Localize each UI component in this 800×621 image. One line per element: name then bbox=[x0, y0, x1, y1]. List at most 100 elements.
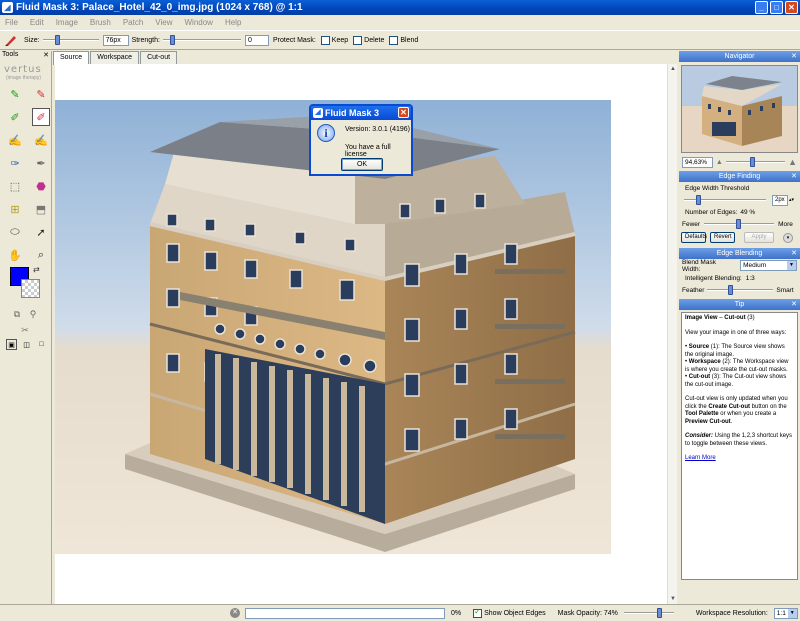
mask-opacity-slider-thumb[interactable] bbox=[657, 608, 663, 618]
strength-input[interactable]: 0 bbox=[244, 34, 269, 46]
expand-icon[interactable]: ▾ bbox=[783, 232, 793, 243]
keep-label: Keep bbox=[331, 36, 349, 44]
create-cutout-button-icon[interactable]: ✂ bbox=[16, 321, 34, 339]
pointer-icon[interactable]: ➚ bbox=[32, 223, 50, 241]
threshold-slider[interactable] bbox=[684, 195, 766, 205]
workspace-res-select[interactable]: 1:1 ▼ bbox=[773, 607, 798, 619]
size-slider-thumb[interactable] bbox=[55, 35, 61, 45]
keep-checkbox[interactable] bbox=[320, 35, 330, 45]
delete-label: Delete bbox=[364, 36, 385, 44]
blend-checkbox[interactable] bbox=[389, 35, 399, 45]
zoom-out-icon[interactable]: ▲ bbox=[716, 159, 723, 166]
tab-source[interactable]: Source bbox=[53, 51, 90, 65]
strength-slider[interactable] bbox=[162, 35, 241, 45]
blending-slider[interactable] bbox=[707, 285, 774, 295]
blend-label: Blend bbox=[400, 36, 419, 44]
keep-exact-brush-icon[interactable]: ✍ bbox=[6, 131, 24, 149]
minimize-button[interactable]: _ bbox=[755, 1, 768, 14]
defaults-button[interactable]: Defaults bbox=[681, 232, 707, 243]
delete-brush-icon[interactable]: ✎ bbox=[32, 85, 50, 103]
strength-slider-thumb[interactable] bbox=[170, 35, 176, 45]
navigator-header: Navigator ✕ bbox=[679, 51, 800, 62]
threshold-input[interactable]: 2px bbox=[772, 194, 788, 206]
create-cutout-icon[interactable]: ⬒ bbox=[32, 200, 50, 218]
blend-width-value: Medium bbox=[743, 262, 767, 269]
menu-view[interactable]: View bbox=[155, 18, 172, 27]
window-title: Fluid Mask 3: Palace_Hotel_42_0_img.jpg … bbox=[16, 2, 303, 13]
scroll-down-icon[interactable]: ▼ bbox=[668, 594, 678, 604]
tip-title: Tip bbox=[734, 301, 745, 308]
background-color-swatch[interactable] bbox=[21, 279, 40, 298]
menu-image[interactable]: Image bbox=[56, 18, 78, 27]
dialog-titlebar: ◢ Fluid Mask 3 ✕ bbox=[311, 106, 411, 120]
eraser-icon[interactable]: ⬭ bbox=[6, 223, 24, 241]
zoom-input[interactable]: 94,63% bbox=[682, 156, 713, 168]
zoom-in-icon[interactable]: ▲ bbox=[788, 157, 797, 167]
show-edges-checkbox[interactable] bbox=[473, 607, 483, 618]
vertical-scrollbar[interactable]: ▲ ▼ bbox=[667, 64, 677, 604]
res-chevron-down-icon[interactable]: ▼ bbox=[787, 608, 797, 618]
menu-window[interactable]: Window bbox=[185, 18, 213, 27]
tip-header: Tip ✕ bbox=[679, 299, 800, 310]
zoom-slider[interactable] bbox=[725, 157, 786, 167]
maximize-button[interactable]: □ bbox=[770, 1, 783, 14]
navigator-thumbnail[interactable] bbox=[681, 65, 798, 153]
keep-local-brush-icon[interactable]: ✐ bbox=[6, 108, 24, 126]
tip-close-icon[interactable]: ✕ bbox=[791, 299, 797, 310]
blend-brush-icon[interactable]: ✑ bbox=[6, 154, 24, 172]
edges-slider-thumb[interactable] bbox=[735, 219, 741, 229]
edge-blending-title: Edge Blending bbox=[716, 250, 763, 257]
zoom-icon[interactable]: ⌕ bbox=[32, 246, 50, 264]
zoom-slider-thumb[interactable] bbox=[750, 157, 756, 167]
blending-slider-thumb[interactable] bbox=[727, 285, 733, 295]
delete-exact-brush-icon[interactable]: ✍ bbox=[32, 131, 50, 149]
chevron-down-icon[interactable]: ▼ bbox=[787, 261, 796, 270]
blend-width-select[interactable]: Medium ▼ bbox=[740, 260, 797, 271]
menu-brush[interactable]: Brush bbox=[90, 18, 111, 27]
tools-panel: Tools ✕ vertus (image therapy) ✎ ✎ ✐ ✐ ✍… bbox=[0, 51, 52, 604]
view-cutout-icon[interactable]: □ bbox=[36, 339, 47, 350]
menu-help[interactable]: Help bbox=[225, 18, 241, 27]
object-select-icon[interactable]: ⊞ bbox=[6, 200, 24, 218]
tab-cutout[interactable]: Cut-out bbox=[140, 51, 178, 64]
size-slider[interactable] bbox=[42, 35, 99, 45]
patch-select-icon[interactable]: ⬚ bbox=[6, 177, 24, 195]
dialog-close-button[interactable]: ✕ bbox=[398, 107, 409, 118]
view-workspace-icon[interactable]: ◫ bbox=[21, 339, 32, 350]
tab-workspace[interactable]: Workspace bbox=[90, 51, 140, 64]
size-input[interactable]: 76px bbox=[102, 34, 129, 46]
threshold-slider-thumb[interactable] bbox=[695, 195, 701, 205]
fill-tool-icon[interactable]: ⬣ bbox=[32, 177, 50, 195]
mask-opacity-slider[interactable] bbox=[623, 608, 674, 618]
delete-checkbox[interactable] bbox=[353, 35, 363, 45]
edge-blending-close-icon[interactable]: ✕ bbox=[791, 248, 797, 259]
object-preview-icon[interactable]: ⚲ bbox=[26, 307, 40, 321]
dialog-title: Fluid Mask 3 bbox=[325, 108, 380, 118]
patch-preview-icon[interactable]: ⧉ bbox=[10, 307, 24, 321]
cancel-icon[interactable]: ✕ bbox=[230, 608, 240, 618]
swap-colors-icon[interactable]: ⇄ bbox=[33, 265, 40, 274]
vertus-logo: vertus bbox=[4, 64, 42, 75]
ok-button[interactable]: OK bbox=[341, 158, 383, 171]
learn-more-link[interactable]: Learn More bbox=[685, 455, 716, 461]
menu-file[interactable]: File bbox=[5, 18, 18, 27]
mask-opacity-label: Mask Opacity: 74% bbox=[557, 609, 618, 617]
close-button[interactable]: ✕ bbox=[785, 1, 798, 14]
edges-slider[interactable] bbox=[704, 219, 775, 229]
color-swatches[interactable]: ⇄ bbox=[0, 265, 51, 307]
menu-edit[interactable]: Edit bbox=[30, 18, 44, 27]
scroll-up-icon[interactable]: ▲ bbox=[668, 64, 678, 74]
apply-button[interactable]: Apply bbox=[744, 232, 774, 243]
menu-patch[interactable]: Patch bbox=[123, 18, 143, 27]
tools-panel-close-icon[interactable]: ✕ bbox=[43, 51, 49, 62]
navigator-close-icon[interactable]: ✕ bbox=[791, 51, 797, 62]
edge-finding-close-icon[interactable]: ✕ bbox=[791, 171, 797, 182]
delete-local-brush-icon[interactable]: ✐ bbox=[32, 108, 50, 126]
edge-finding-title: Edge Finding bbox=[718, 173, 761, 180]
threshold-stepper-icon[interactable]: ▴▾ bbox=[789, 197, 794, 203]
view-source-icon[interactable]: ▣ bbox=[6, 339, 17, 350]
hand-icon[interactable]: ✋ bbox=[6, 246, 24, 264]
patch-brush-icon[interactable]: ✒ bbox=[32, 154, 50, 172]
keep-brush-icon[interactable]: ✎ bbox=[6, 85, 24, 103]
revert-button[interactable]: Revert bbox=[710, 232, 735, 243]
